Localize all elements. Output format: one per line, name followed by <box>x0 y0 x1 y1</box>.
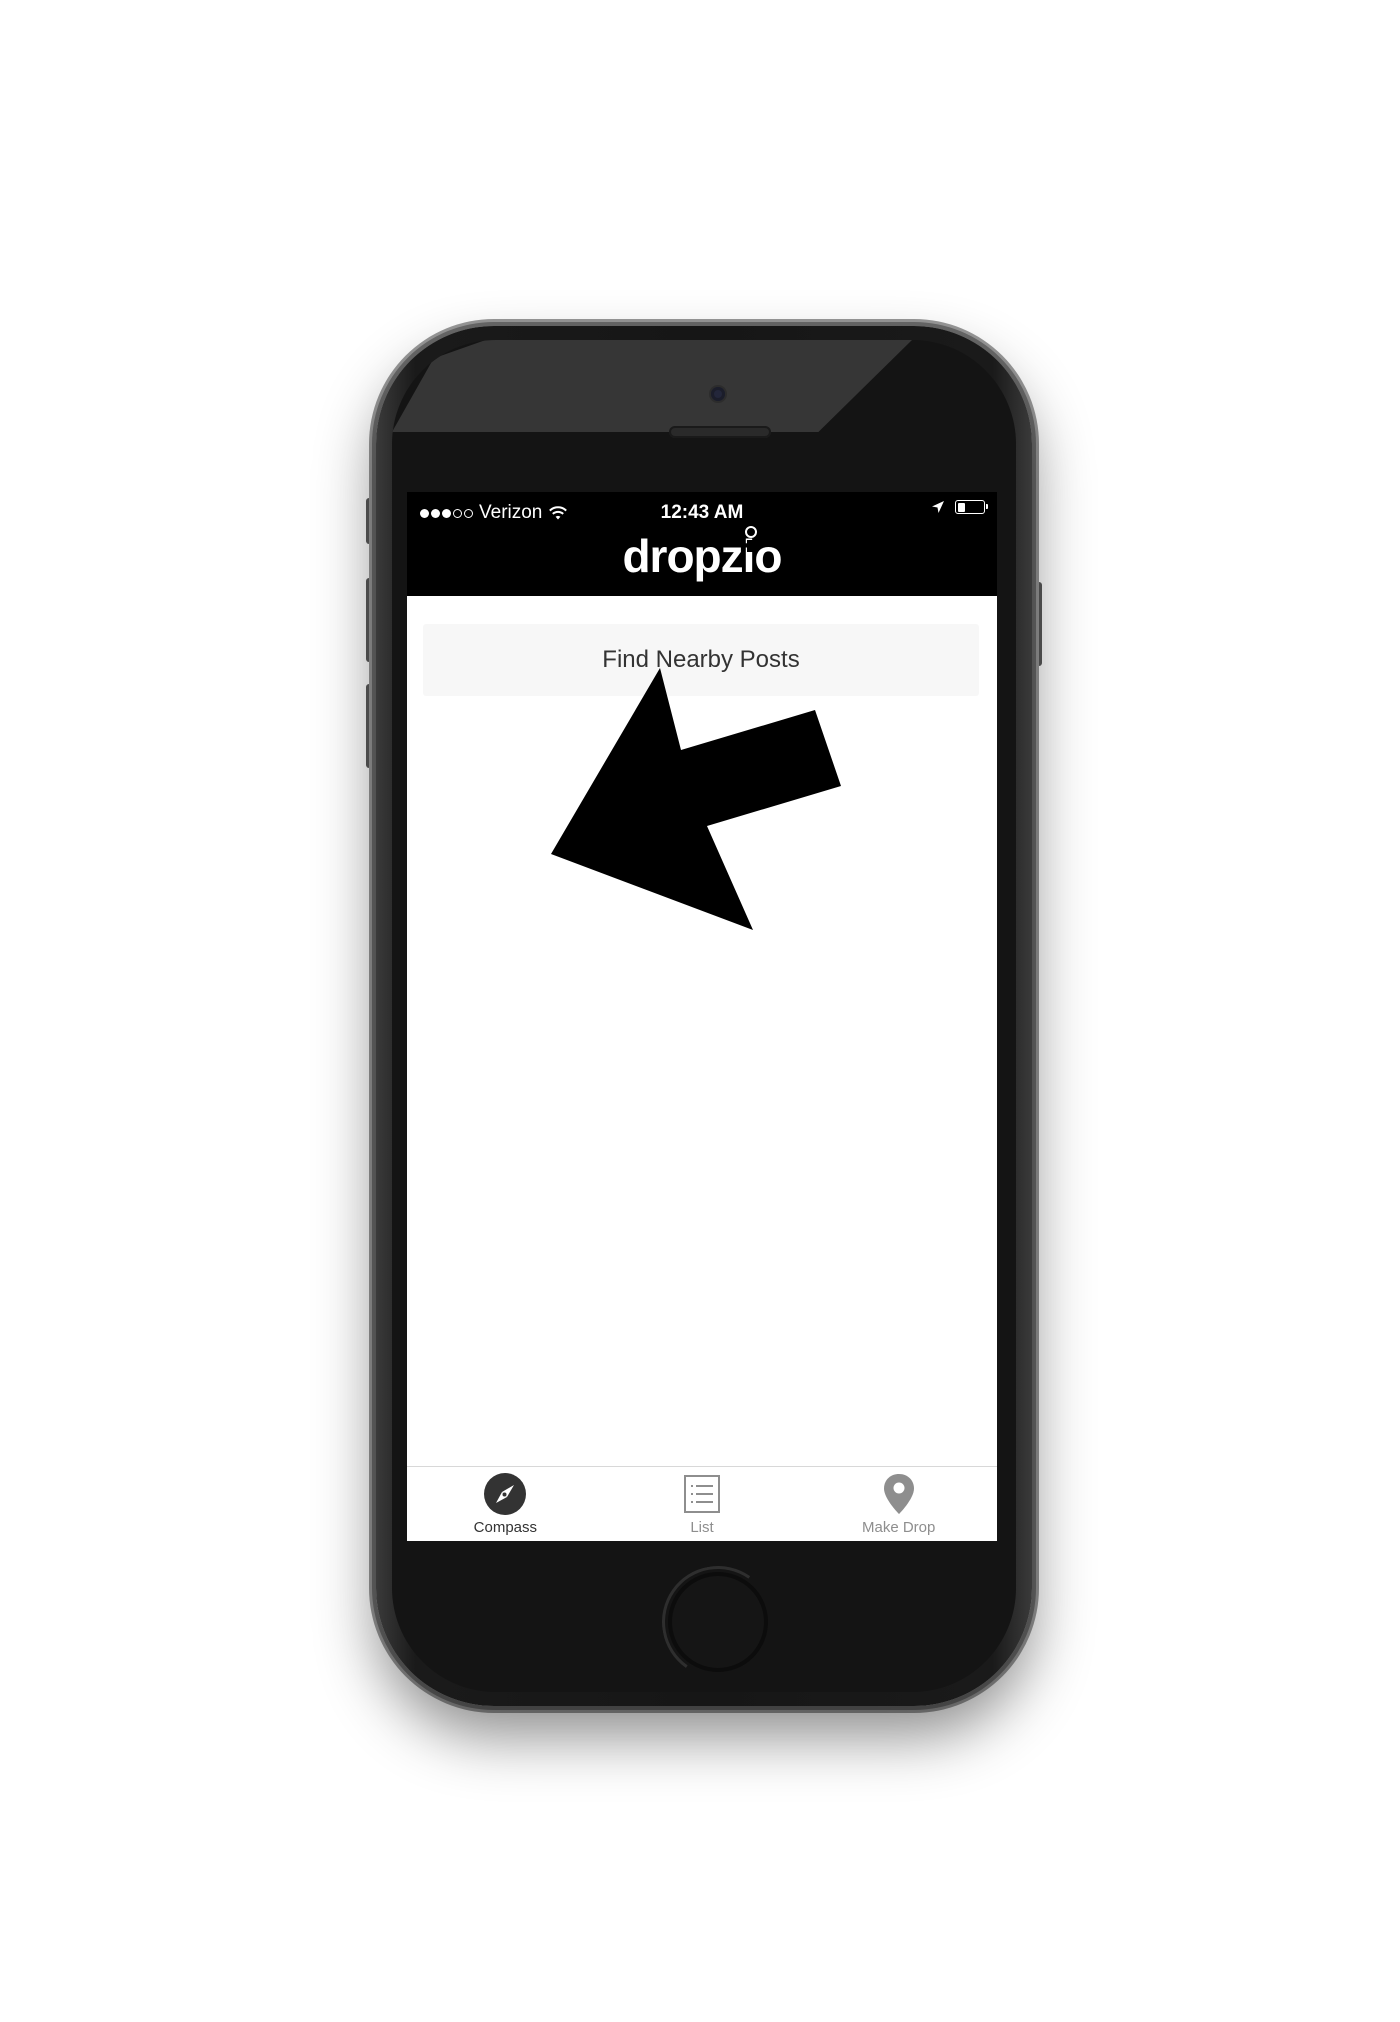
compass-icon <box>483 1472 527 1516</box>
status-time: 12:43 AM <box>660 502 744 523</box>
location-arrow-icon <box>931 500 945 514</box>
map-pin-icon <box>877 1472 921 1516</box>
app-logo: dropzio <box>622 530 782 582</box>
power-button <box>1034 582 1042 666</box>
tab-bar: Compass List Make Drop <box>407 1466 997 1541</box>
tab-compass[interactable]: Compass <box>407 1467 604 1541</box>
volume-up-button <box>366 578 374 662</box>
list-icon <box>680 1472 724 1516</box>
tab-label: Make Drop <box>862 1519 936 1536</box>
logo-pin-mask <box>747 540 755 552</box>
app-header: Verizon 12:43 AM dropzio <box>407 492 997 596</box>
direction-arrow-icon <box>551 668 841 930</box>
tab-list[interactable]: List <box>604 1467 801 1541</box>
status-bar: Verizon 12:43 AM <box>407 500 997 526</box>
battery-icon <box>955 500 988 514</box>
glass-glare <box>392 340 912 432</box>
earpiece-speaker <box>669 426 771 438</box>
device-mockup: Verizon 12:43 AM dropzio Find Nearby Pos… <box>0 0 1400 2022</box>
status-right <box>931 500 988 514</box>
battery-level <box>957 502 965 512</box>
volume-down-button <box>366 684 374 768</box>
home-button[interactable] <box>668 1572 768 1672</box>
mute-switch <box>366 498 374 544</box>
logo-pin-icon <box>745 526 757 538</box>
compass-arrow-area <box>407 652 997 982</box>
tab-label: List <box>690 1519 714 1536</box>
app-screen: Verizon 12:43 AM dropzio Find Nearby Pos… <box>407 492 997 1541</box>
tab-label: Compass <box>473 1519 538 1536</box>
tab-make-drop[interactable]: Make Drop <box>800 1467 997 1541</box>
front-camera <box>711 387 725 401</box>
